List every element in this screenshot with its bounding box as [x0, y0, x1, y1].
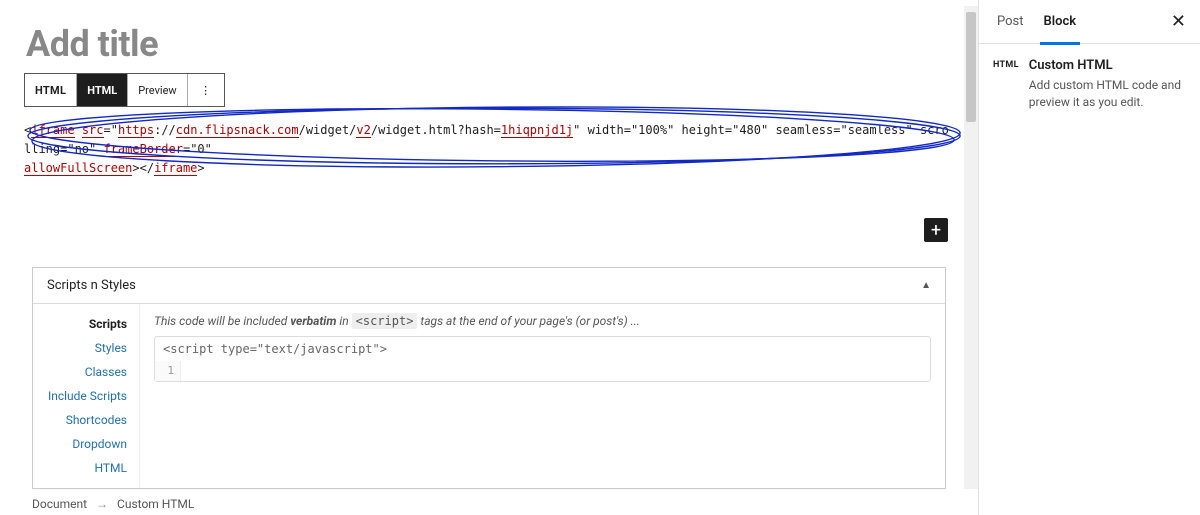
scripts-panel-header[interactable]: Scripts n Styles ▲ [33, 268, 945, 304]
code-token: cdn.flipsnack.com [176, 123, 299, 138]
collapse-caret-icon[interactable]: ▲ [921, 280, 931, 291]
code-token: ></ [132, 161, 154, 175]
breadcrumb-separator-icon: → [96, 497, 108, 511]
settings-sidebar: Post Block ✕ HTML Custom HTML Add custom… [978, 0, 1200, 515]
scripts-tab-include-scripts[interactable]: Include Scripts [33, 384, 139, 408]
html-code-textarea[interactable]: <iframe src="https://cdn.flipsnack.com/w… [24, 121, 954, 221]
scripts-tab-styles[interactable]: Styles [33, 336, 139, 360]
scripts-editor-head-line: <script type="text/javascript"> [155, 337, 930, 361]
scripts-tab-shortcodes[interactable]: Shortcodes [33, 408, 139, 432]
scripts-note: This code will be included verbatim in <… [154, 314, 931, 328]
scripts-tabs: Scripts Styles Classes Include Scripts S… [33, 304, 139, 488]
scripts-tab-classes[interactable]: Classes [33, 360, 139, 384]
breadcrumb-current[interactable]: Custom HTML [117, 497, 194, 511]
block-info-title: Custom HTML [1029, 58, 1186, 73]
code-token: /widget/ [299, 123, 357, 137]
code-token: 1hiqpnjd1j [501, 123, 573, 138]
editor-inner: Add title HTML HTML Preview ⋮ [0, 0, 978, 221]
scripts-n-styles-panel: Scripts n Styles ▲ Scripts Styles Classe… [32, 267, 946, 489]
scrollbar-thumb[interactable] [966, 12, 976, 122]
add-block-button[interactable]: + [924, 218, 948, 242]
sidebar-tabs: Post Block ✕ [979, 0, 1200, 44]
sidebar-tab-post[interactable]: Post [987, 0, 1034, 44]
scripts-tab-dropdown[interactable]: Dropdown [33, 432, 139, 456]
sidebar-body: HTML Custom HTML Add custom HTML code an… [979, 44, 1200, 125]
block-more-options-button[interactable]: ⋮ [188, 74, 224, 106]
code-token: /widget.html?hash= [371, 123, 501, 137]
html-block-icon[interactable]: HTML [25, 74, 77, 106]
code-token: iframe [154, 161, 197, 176]
scripts-code-editor[interactable]: <script type="text/javascript"> 1 [154, 336, 931, 382]
code-token: allowFullScreen [24, 161, 132, 176]
app-root: Add title HTML HTML Preview ⋮ [0, 0, 1200, 515]
scripts-tab-html[interactable]: HTML [33, 456, 139, 480]
html-tab-button[interactable]: HTML [77, 74, 128, 106]
editor-scrollbar[interactable] [964, 6, 978, 489]
scripts-panel-body: Scripts Styles Classes Include Scripts S… [33, 304, 945, 488]
sidebar-tab-block[interactable]: Block [1034, 0, 1087, 44]
scripts-content: This code will be included verbatim in <… [139, 304, 945, 488]
block-info-desc: Add custom HTML code and preview it as y… [1029, 77, 1186, 111]
code-token: ="0" [183, 142, 212, 156]
scripts-panel-title: Scripts n Styles [47, 278, 136, 293]
code-token: src [82, 123, 104, 138]
block-info: HTML Custom HTML Add custom HTML code an… [993, 58, 1186, 111]
block-breadcrumb: Document → Custom HTML [32, 497, 194, 511]
code-token: https [118, 123, 154, 138]
block-toolbar: HTML HTML Preview ⋮ [24, 73, 225, 107]
close-sidebar-button[interactable]: ✕ [1165, 11, 1192, 32]
code-token: iframe [31, 123, 74, 138]
breadcrumb-root[interactable]: Document [32, 497, 87, 511]
scripts-editor-line[interactable] [181, 361, 930, 381]
post-title-input[interactable]: Add title [12, 15, 966, 69]
editor-pane: Add title HTML HTML Preview ⋮ [0, 0, 978, 515]
html-block-icon: HTML [993, 60, 1019, 70]
preview-tab-button[interactable]: Preview [128, 74, 187, 106]
code-token: > [197, 161, 204, 175]
scripts-tab-scripts[interactable]: Scripts [33, 312, 139, 336]
code-token: v2 [356, 123, 370, 138]
scripts-editor-line-number: 1 [155, 361, 181, 381]
code-token: frameBorder [103, 142, 182, 157]
